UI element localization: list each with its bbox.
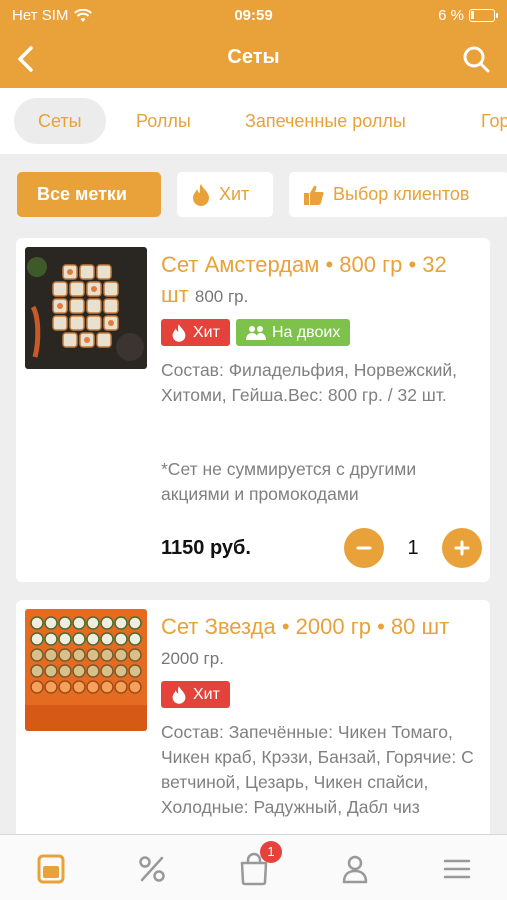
product-price: 1150 руб. (161, 537, 251, 559)
product-composition: Состав: Филадельфия, Норвежский, Хитоми,… (161, 360, 458, 405)
category-tabs: Сеты Роллы Запеченные роллы Горячие (0, 88, 507, 154)
battery-icon (469, 9, 498, 22)
page-title: Сеты (227, 46, 280, 68)
tab-rolls[interactable]: Роллы (112, 98, 215, 144)
tab-profile[interactable] (335, 849, 375, 889)
product-composition: Состав: Запечённые: Чикен Томаго, Чикен … (161, 722, 474, 817)
product-name: Сет Звезда • 2000 гр • 80 шт (161, 614, 450, 639)
product-badges: Хит На двоих (161, 319, 351, 346)
menu-book-icon (37, 854, 65, 884)
app-header: Нет SIM 09:59 6 % Сеты (0, 0, 507, 88)
battery-info: 6 % (438, 7, 498, 24)
product-card[interactable]: Сет Звезда • 2000 гр • 80 шт 2000 гр. Хи… (16, 600, 490, 860)
quantity-value: 1 (407, 536, 419, 559)
badge-hit: Хит (161, 319, 230, 346)
nav-bar: Сеты (0, 32, 507, 88)
filter-all-tags[interactable]: Все метки (17, 172, 161, 217)
badge-hit-label: Хит (193, 323, 220, 341)
product-title[interactable]: Сет Звезда • 2000 гр • 80 шт 2000 гр. (161, 612, 471, 674)
flame-icon (172, 685, 186, 704)
tab-menu[interactable] (31, 849, 71, 889)
filter-all-label: Все метки (37, 184, 127, 204)
badge-for-two: На двоих (235, 319, 351, 346)
flame-icon (172, 323, 186, 342)
tab-promotions[interactable] (132, 849, 172, 889)
tab-baked-rolls[interactable]: Запеченные роллы (221, 98, 430, 144)
user-icon (342, 855, 368, 884)
tag-filters: Все метки Хит Выбор клиентов (0, 154, 507, 234)
quantity-stepper: 1 (344, 528, 482, 568)
hamburger-icon (443, 859, 471, 879)
badge-hit-label: Хит (193, 685, 220, 703)
cart-count-badge: 1 (260, 841, 282, 863)
battery-label: 6 % (438, 7, 464, 24)
thumbs-up-icon (304, 185, 324, 205)
decrease-button[interactable] (344, 528, 384, 568)
flame-icon (193, 183, 209, 206)
filter-hit-label: Хит (219, 184, 250, 204)
tab-hot[interactable]: Горячие (457, 98, 507, 144)
product-badges: Хит (161, 681, 230, 708)
plus-icon (454, 540, 470, 556)
badge-for-two-label: На двоих (271, 323, 341, 341)
clock: 09:59 (234, 7, 273, 24)
product-weight: 800 гр. (194, 287, 249, 306)
percent-icon (139, 856, 165, 882)
filter-clients-label: Выбор клиентов (333, 184, 470, 204)
filter-clients-choice[interactable]: Выбор клиентов (289, 172, 507, 217)
search-icon (463, 46, 490, 73)
product-weight: 2000 гр. (161, 649, 224, 668)
product-note: *Сет не суммируется с другими акциями и … (161, 459, 417, 504)
product-image[interactable] (25, 609, 147, 731)
status-bar: Нет SIM 09:59 6 % (0, 0, 507, 32)
minus-icon (356, 546, 372, 550)
people-icon (245, 325, 266, 340)
tab-sets[interactable]: Сеты (14, 98, 106, 144)
search-button[interactable] (457, 40, 495, 78)
tab-cart[interactable]: 1 (234, 841, 282, 889)
product-image[interactable] (25, 247, 147, 369)
tab-more[interactable] (437, 849, 477, 889)
product-title[interactable]: Сет Амстердам • 800 гр • 32 шт 800 гр. (161, 250, 471, 312)
increase-button[interactable] (442, 528, 482, 568)
bottom-tab-bar: 1 (0, 834, 507, 900)
badge-hit: Хит (161, 681, 230, 708)
filter-hit[interactable]: Хит (177, 172, 273, 217)
product-card[interactable]: Сет Амстердам • 800 гр • 32 шт 800 гр. Х… (16, 238, 490, 582)
